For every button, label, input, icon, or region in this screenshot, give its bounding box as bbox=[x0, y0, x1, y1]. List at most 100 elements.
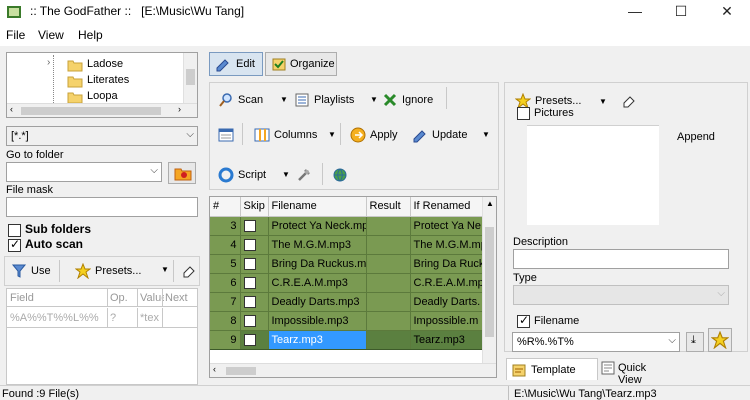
col-num-header[interactable]: # bbox=[210, 197, 241, 217]
grid-vscrollbar[interactable]: ▲ bbox=[482, 197, 496, 363]
skip-checkbox[interactable] bbox=[240, 330, 269, 350]
menu-help[interactable]: Help bbox=[78, 28, 103, 42]
tab-template[interactable]: Template bbox=[506, 358, 598, 380]
script-icon bbox=[218, 167, 234, 183]
filter-combo[interactable]: [*.*] ⌵ bbox=[6, 126, 198, 146]
tab-quick-view[interactable]: Quick View bbox=[598, 358, 668, 386]
right-panel: Presets... ▼ Pictures Append Description… bbox=[502, 46, 750, 386]
playlists-dropdown-icon[interactable]: ▼ bbox=[370, 95, 378, 104]
window-title: :: The GodFather :: [E:\Music\Wu Tang] bbox=[30, 4, 245, 18]
pencil-icon bbox=[216, 59, 229, 72]
quick-view-icon bbox=[601, 361, 615, 375]
table-row[interactable]: 8 Impossible.mp3 Impossible.m bbox=[210, 311, 483, 331]
star-icon bbox=[75, 263, 91, 279]
map-col-op: Op. bbox=[110, 292, 128, 304]
eraser-icon[interactable] bbox=[181, 263, 197, 282]
apply-icon bbox=[350, 127, 366, 143]
map-col-next: Next bbox=[165, 292, 188, 304]
table-row[interactable]: 4 The M.G.M.mp3 The M.G.M.mp bbox=[210, 235, 483, 255]
skip-checkbox[interactable] bbox=[240, 273, 269, 293]
skip-checkbox[interactable] bbox=[240, 254, 269, 274]
table-row-selected[interactable]: 9 Tearz.mp3 Tearz.mp3 bbox=[210, 330, 483, 350]
grid-hscrollbar[interactable]: ‹ bbox=[210, 363, 496, 377]
web-icon[interactable] bbox=[332, 167, 348, 186]
filename-template-combo[interactable]: %R%.%T% ⌵ bbox=[512, 332, 680, 352]
columns-icon bbox=[254, 128, 270, 142]
folder-go-icon bbox=[174, 168, 192, 181]
tree-expand-icon[interactable]: › bbox=[47, 57, 50, 68]
center-panel: Edit Organize Scan ▼ Playlists ▼ Ignore … bbox=[206, 46, 500, 385]
pictures-box[interactable] bbox=[527, 125, 659, 225]
map-row[interactable]: %A%%T%%L%% ? *tex bbox=[7, 308, 197, 328]
tools-icon[interactable] bbox=[296, 167, 312, 186]
menu-view[interactable]: View bbox=[38, 28, 64, 42]
map-col-value: Value bbox=[140, 292, 164, 304]
left-panel: › Ladose Literates Loopa ‹ › [*.*] ⌵ Go … bbox=[0, 46, 204, 385]
skip-checkbox[interactable] bbox=[240, 311, 269, 331]
goto-folder-label: Go to folder bbox=[6, 149, 64, 161]
maximize-button[interactable]: ☐ bbox=[658, 0, 704, 24]
skip-checkbox[interactable] bbox=[240, 292, 269, 312]
tree-hscrollbar[interactable]: ‹ › bbox=[7, 103, 197, 117]
table-row[interactable]: 7 Deadly Darts.mp3 Deadly Darts. bbox=[210, 292, 483, 312]
organize-icon bbox=[272, 58, 286, 71]
append-label: Append bbox=[677, 131, 715, 143]
filter-icon bbox=[11, 264, 27, 278]
goto-folder-button[interactable] bbox=[168, 162, 196, 184]
col-skip-header[interactable]: Skip bbox=[240, 197, 269, 217]
app-icon bbox=[7, 6, 21, 18]
folder-icon bbox=[67, 76, 83, 88]
type-combo[interactable]: ⌵ bbox=[513, 285, 729, 305]
chevron-down-icon: ⌵ bbox=[150, 165, 158, 176]
table-row[interactable]: 6 C.R.E.A.M.mp3 C.R.E.A.M.mp bbox=[210, 273, 483, 293]
magnifier-icon bbox=[219, 93, 232, 107]
tab-organize[interactable]: Organize bbox=[265, 52, 337, 76]
star-icon bbox=[711, 331, 729, 349]
tab-edit[interactable]: Edit bbox=[209, 52, 263, 76]
dropdown-arrow-icon: ▼ bbox=[599, 97, 607, 106]
mapping-grid: Field Op. Value Next %A%%T%%L%% ? *tex bbox=[6, 288, 198, 385]
autoscan-checkbox[interactable]: Auto scan bbox=[8, 237, 83, 252]
goto-folder-combo[interactable]: ⌵ bbox=[6, 162, 162, 182]
file-mask-label: File mask bbox=[6, 184, 54, 196]
col-result-header[interactable]: Result bbox=[366, 197, 411, 217]
subfolders-checkbox[interactable]: Sub folders bbox=[8, 222, 91, 237]
eraser-icon[interactable] bbox=[621, 93, 637, 112]
download-icon: ⤓ bbox=[691, 334, 696, 346]
description-input[interactable] bbox=[513, 249, 729, 269]
skip-checkbox[interactable] bbox=[240, 235, 269, 255]
dropdown-arrow-icon: ▼ bbox=[161, 265, 169, 274]
template-icon bbox=[512, 364, 526, 377]
columns-dropdown-icon[interactable]: ▼ bbox=[328, 130, 336, 139]
status-bar: Found :9 File(s) E:\Music\Wu Tang\Tearz.… bbox=[0, 385, 750, 400]
col-filename-header[interactable]: Filename bbox=[268, 197, 367, 217]
chevron-down-icon: ⌵ bbox=[717, 288, 725, 299]
table-row[interactable]: 5 Bring Da Ruckus.mp Bring Da Ruck bbox=[210, 254, 483, 274]
filename-checkbox[interactable]: Filename bbox=[517, 313, 579, 328]
playlist-icon bbox=[295, 93, 309, 107]
pictures-checkbox[interactable]: Pictures bbox=[517, 107, 574, 120]
favorite-template-button[interactable] bbox=[708, 328, 732, 352]
close-button[interactable]: ✕ bbox=[704, 0, 750, 24]
download-template-button[interactable]: ⤓ bbox=[686, 332, 704, 352]
folder-tree[interactable]: › Ladose Literates Loopa ‹ › bbox=[6, 52, 198, 118]
update-icon bbox=[413, 130, 426, 143]
script-dropdown-icon[interactable]: ▼ bbox=[282, 170, 290, 179]
col-renamed-header[interactable]: If Renamed bbox=[410, 197, 483, 217]
tree-vscrollbar[interactable] bbox=[183, 53, 197, 103]
status-file-count: Found :9 File(s) bbox=[2, 388, 80, 400]
update-dropdown-icon[interactable]: ▼ bbox=[482, 130, 490, 139]
menu-file[interactable]: File bbox=[6, 28, 25, 42]
list-view-icon[interactable] bbox=[218, 127, 234, 146]
table-row[interactable]: 3 Protect Ya Neck.mp Protect Ya Ne bbox=[210, 216, 483, 236]
file-mask-input[interactable] bbox=[6, 197, 198, 217]
ignore-icon bbox=[383, 93, 397, 107]
folder-icon bbox=[67, 60, 83, 72]
chevron-down-icon: ⌵ bbox=[668, 335, 676, 346]
description-label: Description bbox=[513, 236, 569, 248]
chevron-down-icon: ⌵ bbox=[186, 129, 194, 140]
scan-dropdown-icon[interactable]: ▼ bbox=[280, 95, 288, 104]
minimize-button[interactable]: — bbox=[612, 0, 658, 24]
action-toolbar: Scan ▼ Playlists ▼ Ignore Columns ▼ Appl… bbox=[209, 82, 499, 190]
skip-checkbox[interactable] bbox=[240, 216, 269, 236]
